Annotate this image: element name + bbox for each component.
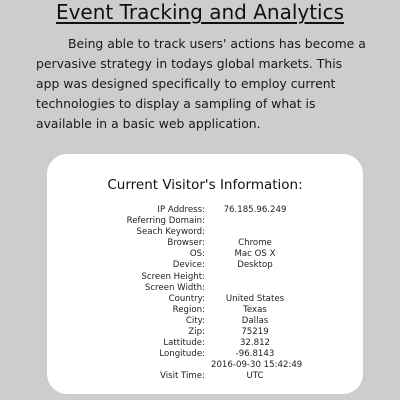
info-label: Device: — [172, 260, 205, 271]
info-label: Referring Domain: — [126, 216, 205, 227]
info-row-zip: Zip: 75219 — [47, 327, 363, 338]
info-label: IP Address: — [157, 205, 205, 215]
info-row-latitude: Lattitude: 32.812 — [47, 338, 363, 349]
info-row-device: Device: Desktop — [47, 260, 363, 271]
info-row-screen-width: Screen Width: — [47, 283, 363, 294]
info-label: Country: — [168, 293, 205, 304]
info-row-screen-height: Screen Height: — [47, 272, 363, 283]
info-label: Seach Keyword: — [136, 227, 205, 238]
info-value: Chrome — [238, 238, 272, 249]
info-label: Browser: — [167, 238, 205, 249]
info-value: 32.812 — [239, 338, 271, 349]
intro-paragraph: Being able to track users' actions has b… — [36, 36, 366, 131]
visitor-info-list: IP Address: 76.185.96.249 Referring Doma… — [47, 205, 363, 383]
info-label: Region: — [172, 304, 205, 315]
info-row-referring-domain: Referring Domain: — [47, 216, 363, 227]
info-value: -96.8143 — [235, 349, 275, 360]
info-label: City: — [185, 315, 205, 326]
info-row-ip-address: IP Address: 76.185.96.249 — [47, 205, 363, 216]
info-row-search-keyword: Seach Keyword: — [47, 227, 363, 238]
info-value: 75219 — [241, 327, 269, 338]
info-value: Mac OS X — [234, 249, 276, 260]
info-row-country: Country: United States — [47, 294, 363, 305]
info-row-longitude: Longitude: -96.8143 — [47, 349, 363, 360]
info-row-visit-date: 2016-09-30 15:42:49 — [47, 360, 363, 371]
info-value: UTC — [246, 371, 264, 382]
info-value: United States — [225, 293, 285, 304]
info-row-region: Region: Texas — [47, 305, 363, 316]
info-value: 76.185.96.249 — [223, 205, 287, 215]
info-label: Zip: — [188, 327, 205, 338]
info-label: Longitude: — [159, 349, 205, 360]
visitor-info-title: Current Visitor's Information: — [107, 177, 303, 193]
info-value: 2016-09-30 15:42:49 — [211, 360, 303, 371]
info-value: Desktop — [237, 260, 273, 271]
info-label: Lattitude: — [163, 338, 205, 349]
info-label: Screen Height: — [141, 271, 205, 282]
info-row-os: OS: Mac OS X — [47, 249, 363, 260]
info-row-visit-time: Visit Time: UTC — [47, 371, 363, 382]
visitor-info-card: Current Visitor's Information: IP Addres… — [47, 154, 363, 394]
info-value: Dallas — [241, 315, 269, 326]
page-title: Event Tracking and Analytics — [55, 0, 345, 24]
info-row-browser: Browser: Chrome — [47, 238, 363, 249]
info-row-city: City: Dallas — [47, 316, 363, 327]
info-label: OS: — [189, 249, 205, 260]
info-label: Visit Time: — [160, 371, 205, 382]
info-label: Screen Width: — [144, 282, 205, 293]
info-value: Texas — [243, 304, 267, 315]
